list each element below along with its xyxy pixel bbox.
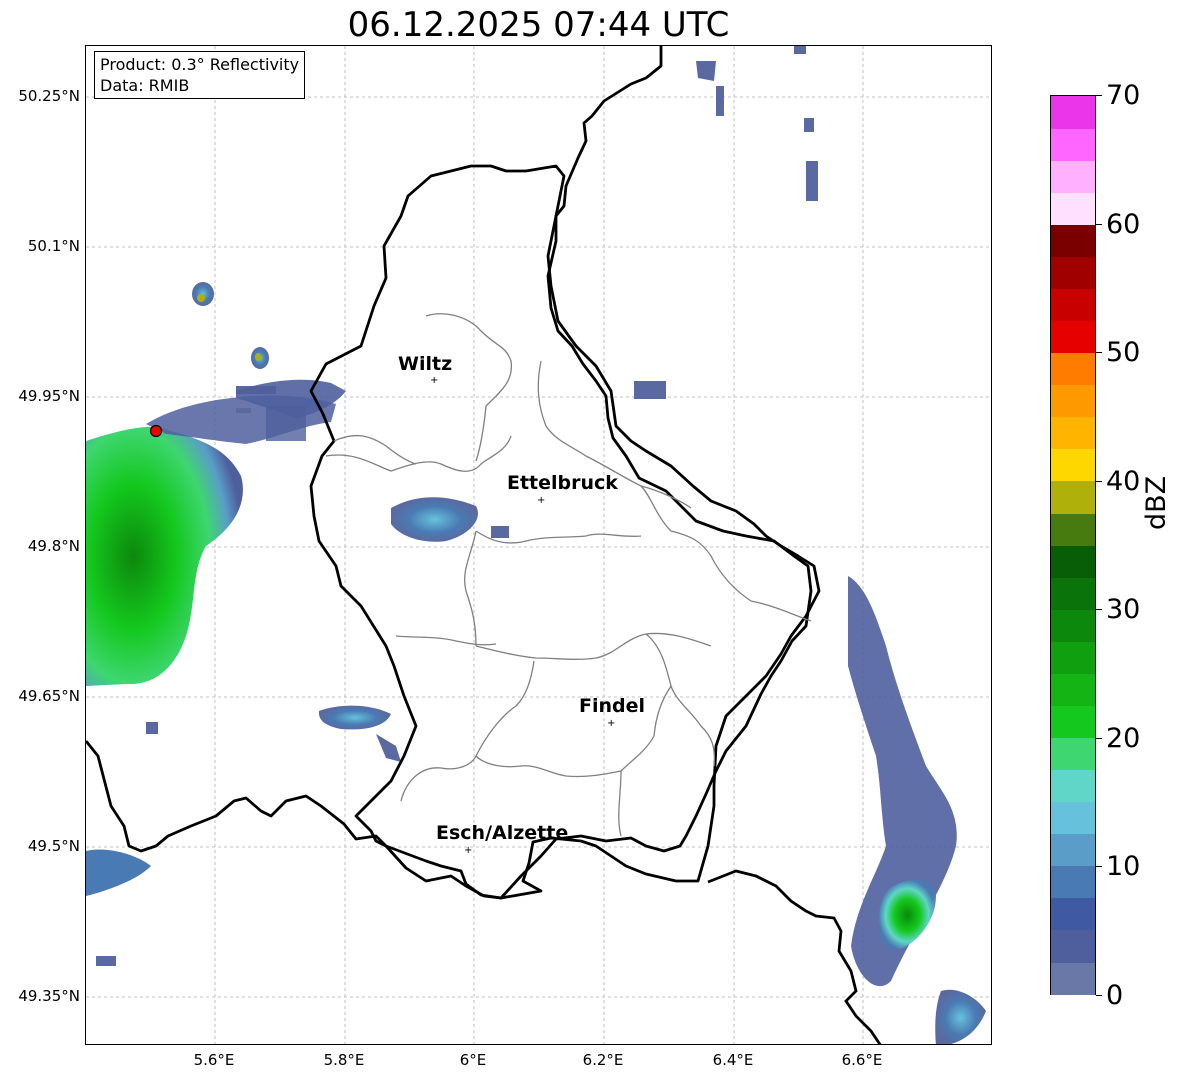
colorbar-tick-label: 30 [1106, 594, 1141, 625]
radar-echoes [86, 46, 986, 1044]
luxembourg-outline [309, 164, 821, 900]
echo-central [391, 497, 478, 542]
city-marker-wiltz: + [430, 375, 438, 386]
colorbar-segment [1051, 929, 1095, 963]
colorbar-segment [1051, 160, 1095, 193]
colorbar-segment [1051, 705, 1095, 738]
colorbar-segment [1051, 641, 1095, 674]
colorbar-segment [1051, 865, 1095, 899]
lon-label: 5.8°E [323, 1051, 365, 1069]
echo-southeast-core [878, 879, 936, 951]
lat-label: 49.65°N [18, 687, 80, 705]
lon-label: 6.6°E [841, 1051, 883, 1069]
dbz-colorbar [1050, 95, 1096, 995]
colorbar-segment [1051, 545, 1095, 578]
city-label-ettelbruck: Ettelbruck [507, 472, 618, 494]
data-source-text: Data: RMIB [100, 76, 190, 95]
colorbar-segment [1051, 448, 1095, 482]
echo-southwest [318, 705, 391, 730]
colorbar-segment [1051, 577, 1095, 610]
echo-northeast [696, 61, 716, 81]
colorbar-segment [1051, 801, 1095, 835]
colorbar-segment [1051, 256, 1095, 289]
colorbar-segment [1051, 961, 1095, 995]
city-marker-ettelbruck: + [537, 495, 545, 506]
map-title: 06.12.2025 07:44 UTC [347, 5, 730, 45]
city-label-findel: Findel [579, 695, 645, 717]
lat-label: 49.95°N [18, 387, 80, 405]
colorbar-tick [1096, 352, 1102, 353]
colorbar-segment [1051, 480, 1095, 514]
lon-label: 6°E [459, 1051, 487, 1069]
lat-label: 49.5°N [27, 837, 80, 855]
colorbar-segment [1051, 96, 1095, 129]
lat-label: 50.25°N [18, 87, 80, 105]
colorbar-segment [1051, 609, 1095, 642]
colorbar-segment [1051, 352, 1095, 386]
lat-label: 50.1°N [27, 237, 80, 255]
colorbar-segment [1051, 128, 1095, 161]
product-text: Product: 0.3° Reflectivity [100, 55, 300, 74]
colorbar-tick [1096, 866, 1102, 867]
colorbar-segment [1051, 737, 1095, 771]
colorbar-segment [1051, 192, 1095, 225]
colorbar-tick [1096, 95, 1102, 96]
colorbar-label: dBZ [1141, 475, 1172, 530]
colorbar-segment [1051, 224, 1095, 257]
colorbar-segment [1051, 384, 1095, 418]
city-esch-alzette: Esch/Alzette + [436, 822, 568, 856]
echo-west-lower [86, 849, 151, 896]
colorbar-segment [1051, 288, 1095, 322]
city-label-esch-alzette: Esch/Alzette [436, 822, 568, 844]
colorbar-tick-label: 40 [1106, 466, 1141, 497]
colorbar-segment [1051, 320, 1095, 354]
city-wiltz: Wiltz + [398, 353, 452, 386]
colorbar-segment [1051, 769, 1095, 803]
city-marker-esch-alzette: + [464, 845, 472, 856]
colorbar-tick-label: 50 [1106, 337, 1141, 368]
lat-label: 49.35°N [18, 987, 80, 1005]
product-info-box: Product: 0.3° Reflectivity Data: RMIB [94, 51, 306, 99]
colorbar-tick-label: 70 [1106, 80, 1141, 111]
radar-map[interactable]: Wiltz + Ettelbruck + Findel + Esch/Alzet… [85, 45, 992, 1045]
city-ettelbruck: Ettelbruck + [507, 472, 618, 506]
colorbar-tick [1096, 995, 1102, 996]
grid-lines [86, 46, 991, 1044]
colorbar-tick [1096, 224, 1102, 225]
lon-label: 6.2°E [582, 1051, 624, 1069]
colorbar-tick-label: 60 [1106, 209, 1141, 240]
colorbar-segment [1051, 833, 1095, 867]
colorbar-tick [1096, 481, 1102, 482]
colorbar-segment [1051, 897, 1095, 931]
echo-west-band [86, 426, 243, 686]
lon-label: 6.4°E [712, 1051, 754, 1069]
colorbar-tick [1096, 738, 1102, 739]
colorbar-segment [1051, 512, 1095, 546]
colorbar-segment [1051, 673, 1095, 706]
lon-label: 5.6°E [193, 1051, 235, 1069]
radar-site-marker [149, 424, 163, 438]
colorbar-tick-label: 20 [1106, 723, 1141, 754]
colorbar-tick-label: 10 [1106, 851, 1141, 882]
city-findel: Findel + [579, 695, 645, 729]
colorbar-tick [1096, 609, 1102, 610]
colorbar-tick-label: 0 [1106, 980, 1124, 1011]
lat-label: 49.8°N [27, 537, 80, 555]
city-label-wiltz: Wiltz [398, 353, 452, 375]
city-marker-findel: + [607, 718, 615, 729]
colorbar-segment [1051, 416, 1095, 450]
